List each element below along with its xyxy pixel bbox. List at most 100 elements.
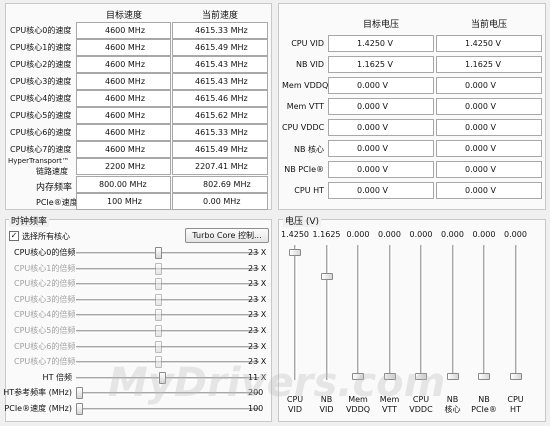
speed-current-field: 4615.49 MHz	[172, 141, 268, 158]
speed-target-field[interactable]: 4600 MHz	[76, 56, 171, 73]
speed-row-label: CPU核心3的速度	[10, 77, 72, 86]
volt-slider-track[interactable]	[483, 245, 486, 380]
speed-target-field[interactable]: 4600 MHz	[76, 22, 171, 39]
current-voltage-header: 当前电压	[470, 20, 507, 30]
clock-slider-label: CPU核心5的倍频	[14, 326, 76, 335]
clock-slider-track	[76, 330, 259, 333]
voltage-target-field[interactable]: 0.000 V	[328, 161, 434, 178]
clock-slider-thumb	[155, 278, 163, 291]
voltage-target-field[interactable]: 1.4250 V	[328, 35, 434, 52]
clock-slider-label: CPU核心6的倍频	[14, 341, 76, 351]
speed-target-field[interactable]: 4600 MHz	[76, 124, 171, 141]
clock-slider-thumb[interactable]	[76, 387, 83, 400]
speed-target-field[interactable]: 4600 MHz	[76, 90, 171, 107]
clock-slider-thumb	[155, 309, 163, 322]
clock-slider-track	[76, 283, 259, 287]
turbo-core-button[interactable]: Turbo Core 控制...	[185, 228, 269, 243]
volt-slider-track[interactable]	[294, 245, 297, 380]
clock-slider-label: CPU核心0的倍频	[14, 248, 76, 257]
clock-slider-value: 23 X	[248, 326, 267, 335]
memory-current-field: 802.69 MHz	[172, 176, 268, 193]
voltage-target-field[interactable]: 0.000 V	[328, 119, 434, 136]
current-speed-header: 当前速度	[201, 11, 238, 21]
clock-slider-track	[76, 361, 259, 365]
speed-target-field[interactable]: 4600 MHz	[76, 107, 171, 124]
speed-current-field: 4615.62 MHz	[172, 107, 268, 124]
voltage-target-field[interactable]: 0.000 V	[328, 140, 434, 157]
voltage-current-field: 0.000 V	[436, 182, 542, 199]
volt-slider-name-1: CPU	[507, 395, 524, 404]
volt-slider-value: 0.000	[472, 230, 496, 239]
volt-slider-track[interactable]	[325, 245, 329, 380]
clock-slider-track[interactable]	[76, 252, 259, 255]
speed-row-label: CPU核心0的速度	[10, 26, 72, 35]
volt-slider-name-2: VID	[288, 405, 302, 414]
clock-slider-track[interactable]	[76, 408, 259, 411]
clock-slider-value: 100	[248, 404, 264, 413]
volt-slider-track[interactable]	[514, 245, 518, 380]
voltage-target-field[interactable]: 1.1625 V	[328, 56, 434, 73]
speed-target-field[interactable]: 4600 MHz	[76, 39, 171, 56]
speed-current-field: 4615.43 MHz	[172, 56, 268, 73]
volt-slider-thumb[interactable]	[478, 373, 490, 380]
volt-slider-thumb[interactable]	[383, 373, 396, 380]
voltage-current-field: 0.000 V	[436, 119, 542, 136]
clock-slider-value: 23 X	[248, 263, 267, 273]
clock-slider-track[interactable]	[76, 376, 259, 380]
volt-slider-thumb[interactable]	[509, 373, 522, 380]
volt-slider-name-2: VTT	[381, 405, 398, 414]
clock-slider-value: 23 X	[248, 248, 267, 257]
speed-current-field: 4615.43 MHz	[172, 73, 268, 90]
check-mark-icon: ✓	[10, 231, 18, 240]
speed-target-field[interactable]: 4600 MHz	[76, 73, 171, 90]
memory-target-field[interactable]: 800.00 MHz	[76, 176, 171, 193]
voltage-target-field[interactable]: 0.000 V	[328, 182, 434, 199]
clock-slider-thumb[interactable]	[158, 371, 166, 384]
volt-slider-name-1: NB	[320, 395, 333, 404]
clock-slider-value: 23 X	[248, 310, 267, 320]
volt-slider-track[interactable]	[420, 245, 423, 380]
clock-slider-track[interactable]	[76, 392, 259, 396]
voltage-current-field: 0.000 V	[436, 161, 542, 178]
voltage-row-label: CPU VID	[291, 39, 324, 48]
volt-slider-thumb[interactable]	[320, 273, 333, 281]
volt-slider-track[interactable]	[357, 245, 360, 380]
clock-slider-thumb[interactable]	[155, 247, 163, 259]
clock-slider-value: 23 X	[248, 294, 267, 304]
speed-current-field: 4615.33 MHz	[172, 22, 268, 39]
voltage-current-field: 1.1625 V	[436, 56, 542, 73]
clock-slider-thumb	[155, 325, 163, 337]
clock-slider-value: 23 X	[248, 279, 267, 289]
voltage-target-field[interactable]: 0.000 V	[328, 98, 434, 115]
speed-target-field[interactable]: 4600 MHz	[76, 141, 171, 158]
target-speed-header: 目标速度	[105, 11, 142, 21]
voltage-row-label: Mem VTT	[286, 102, 324, 111]
volt-slider-name-1: CPU	[286, 395, 304, 404]
volt-slider-value: 0.000	[504, 230, 527, 239]
voltage-target-field[interactable]: 0.000 V	[328, 77, 434, 94]
target-voltage-header: 目标电压	[362, 20, 399, 30]
speed-current-field: 4615.33 MHz	[172, 124, 268, 141]
select-all-checkbox[interactable]: ✓	[9, 231, 19, 241]
clock-slider-thumb	[155, 340, 163, 353]
volt-slider-thumb[interactable]	[446, 373, 459, 380]
clock-slider-track	[76, 345, 259, 349]
volt-slider-track[interactable]	[388, 245, 392, 380]
clock-slider-label: CPU核心7的倍频	[14, 357, 76, 367]
volt-slider-thumb[interactable]	[415, 373, 427, 380]
volt-slider-value: 0.000	[441, 230, 464, 239]
voltage-row-label: Mem VDDQ	[282, 81, 329, 90]
volt-slider-thumb[interactable]	[289, 248, 301, 256]
ht-target-field[interactable]: 2200 MHz	[76, 158, 171, 175]
select-all-label[interactable]: 选择所有核心	[22, 231, 70, 242]
speed-row-label: CPU核心6的速度	[10, 128, 72, 137]
clock-slider-thumb[interactable]	[76, 403, 83, 415]
pcie-current-field: 0.00 MHz	[172, 193, 268, 210]
volt-slider-name-2: VDDC	[409, 405, 433, 414]
pcie-target-field[interactable]: 100 MHz	[76, 193, 171, 210]
volt-slider-track[interactable]	[451, 245, 455, 380]
clock-slider-track	[76, 314, 259, 318]
volt-slider-name-1: CPU	[412, 395, 430, 404]
clock-slider-value: 23 X	[248, 357, 267, 367]
volt-slider-thumb[interactable]	[352, 373, 364, 380]
